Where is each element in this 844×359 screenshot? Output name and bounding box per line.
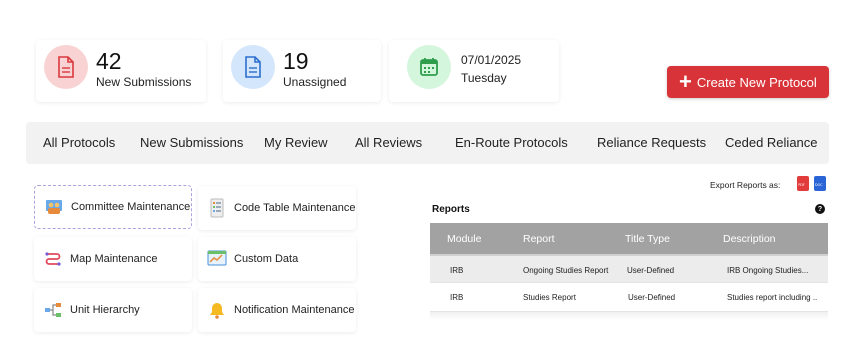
- column-header-description[interactable]: Description: [723, 233, 776, 245]
- unassigned-count: 19: [283, 48, 309, 74]
- column-header-module[interactable]: Module: [447, 233, 481, 245]
- notification-maintenance-item[interactable]: Notification Maintenance: [198, 288, 356, 332]
- table-bottom-shadow: [430, 312, 828, 320]
- document-icon: [231, 45, 275, 89]
- reports-title: Reports: [432, 204, 470, 215]
- cell-report: Ongoing Studies Report: [523, 266, 609, 275]
- calendar-icon: [407, 45, 451, 89]
- committee-icon: [43, 196, 65, 218]
- tab-reliance-requests[interactable]: Reliance Requests: [597, 135, 706, 150]
- hierarchy-icon: [42, 299, 64, 321]
- new-submissions-label: New Submissions: [96, 75, 192, 89]
- reports-table-header: Module Report Title Type Description: [430, 223, 828, 254]
- unassigned-label: Unassigned: [283, 75, 347, 89]
- current-day: Tuesday: [461, 71, 507, 85]
- document-icon: [44, 45, 88, 89]
- current-date: 07/01/2025: [461, 53, 522, 67]
- map-maintenance-item[interactable]: Map Maintenance: [34, 237, 192, 281]
- stat-card-new-submissions[interactable]: 42 New Submissions: [36, 40, 206, 102]
- map-route-icon: [42, 248, 64, 270]
- code-table-icon: [206, 197, 228, 219]
- unit-hierarchy-item[interactable]: Unit Hierarchy: [34, 288, 192, 332]
- protocol-tabs: All Protocols New Submissions My Review …: [26, 122, 829, 164]
- cell-report: Studies Report: [523, 293, 576, 302]
- tab-ceded-reliance[interactable]: Ceded Reliance: [725, 135, 818, 150]
- cell-module: IRB: [450, 266, 464, 275]
- export-reports-label: Export Reports as:: [710, 180, 781, 190]
- plus-icon: +: [679, 69, 692, 94]
- cell-module: IRB: [450, 293, 464, 302]
- map-maintenance-label: Map Maintenance: [70, 253, 158, 265]
- code-table-maintenance-item[interactable]: Code Table Maintenance: [198, 186, 356, 230]
- pdf-icon[interactable]: PDF: [797, 176, 809, 191]
- code-table-maintenance-label: Code Table Maintenance: [234, 202, 356, 214]
- cell-title-type: User-Defined: [628, 293, 676, 302]
- committee-maintenance-item[interactable]: Committee Maintenance: [34, 185, 192, 229]
- tab-new-submissions[interactable]: New Submissions: [140, 135, 243, 150]
- help-icon[interactable]: ?: [815, 204, 825, 214]
- stat-card-unassigned[interactable]: 19 Unassigned: [223, 40, 381, 102]
- reports-table: Module Report Title Type Description IRB…: [430, 223, 828, 312]
- tab-all-protocols[interactable]: All Protocols: [43, 135, 115, 150]
- tab-all-reviews[interactable]: All Reviews: [355, 135, 422, 150]
- committee-maintenance-label: Committee Maintenance: [71, 201, 191, 213]
- tab-en-route-protocols[interactable]: En-Route Protocols: [455, 135, 568, 150]
- bell-icon: [206, 299, 228, 321]
- column-header-title-type[interactable]: Title Type: [625, 233, 670, 245]
- doc-icon-text: DOC: [815, 183, 823, 187]
- stat-card-date: 07/01/2025 Tuesday: [389, 40, 559, 102]
- cell-description: Studies report including ..: [727, 293, 818, 302]
- create-new-protocol-button[interactable]: + Create New Protocol: [667, 66, 829, 98]
- unit-hierarchy-label: Unit Hierarchy: [70, 304, 140, 316]
- table-row[interactable]: IRB Ongoing Studies Report User-Defined …: [430, 254, 828, 283]
- doc-icon[interactable]: DOC: [814, 176, 826, 191]
- new-submissions-count: 42: [96, 48, 122, 74]
- pdf-icon-text: PDF: [798, 183, 805, 187]
- cell-title-type: User-Defined: [627, 266, 675, 275]
- cell-description: IRB Ongoing Studies...: [727, 266, 809, 275]
- custom-data-item[interactable]: Custom Data: [198, 237, 356, 281]
- notification-maintenance-label: Notification Maintenance: [234, 304, 355, 316]
- column-header-report[interactable]: Report: [523, 233, 555, 245]
- table-row[interactable]: IRB Studies Report User-Defined Studies …: [430, 283, 828, 312]
- create-new-protocol-label: Create New Protocol: [696, 74, 817, 90]
- chart-board-icon: [206, 248, 228, 270]
- tab-my-review[interactable]: My Review: [264, 135, 328, 150]
- custom-data-label: Custom Data: [234, 253, 299, 265]
